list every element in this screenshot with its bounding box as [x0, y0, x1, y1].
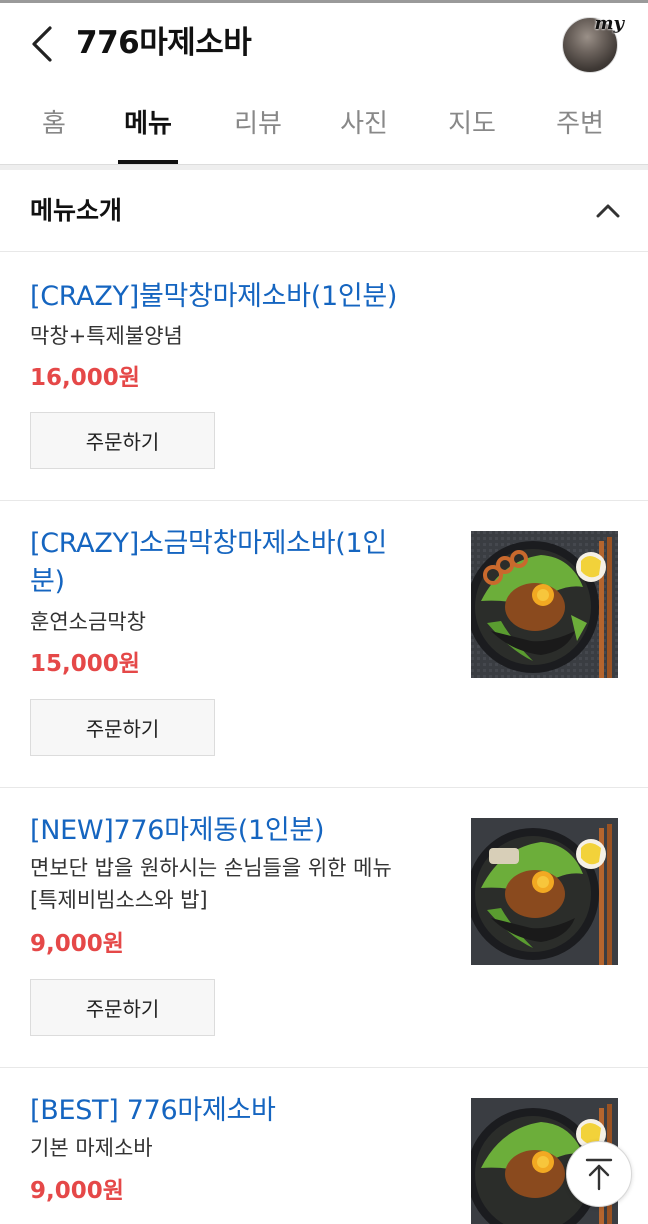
page-title: 776마제소바 — [76, 25, 252, 61]
tab-map[interactable]: 지도 — [432, 94, 512, 164]
section-title: 메뉴소개 — [30, 196, 123, 225]
order-button[interactable]: 주문하기 — [30, 979, 215, 1036]
my-profile-button[interactable]: my — [562, 13, 624, 75]
chevron-up-icon — [596, 204, 620, 218]
order-button[interactable]: 주문하기 — [30, 699, 215, 756]
menu-item-name[interactable]: [CRAZY]불막창마제소바(1인분) — [30, 278, 397, 316]
menu-item-name[interactable]: [NEW]776마제동(1인분) — [30, 812, 325, 850]
tab-bar: 홈 메뉴 리뷰 사진 지도 주변 — [0, 94, 648, 164]
menu-item-photo[interactable] — [471, 531, 618, 678]
menu-item: [CRAZY]불막창마제소바(1인분) 막창+특제불양념 16,000원 주문하… — [0, 252, 648, 501]
menu-item-description: 막창+특제불양념 — [30, 324, 183, 348]
chevron-left-icon — [32, 26, 52, 62]
menu-intro-header[interactable]: 메뉴소개 — [0, 170, 648, 252]
order-button[interactable]: 주문하기 — [30, 412, 215, 469]
menu-item-price: 16,000원 — [30, 365, 140, 391]
scroll-to-top-button[interactable] — [566, 1141, 632, 1207]
mazesoba-bowl-image — [471, 531, 618, 678]
arrow-up-to-top-icon — [585, 1158, 613, 1191]
menu-item-name[interactable]: [CRAZY]소금막창마제소바(1인 분) — [30, 525, 387, 601]
menu-item-name-line: [CRAZY]소금막창마제소바(1인 — [30, 528, 387, 559]
menu-item-description: 면보단 밥을 원하시는 손님들을 위한 메뉴 [특제비빔소스와 밥] — [30, 852, 392, 916]
menu-item-price: 15,000원 — [30, 651, 140, 677]
tab-photos[interactable]: 사진 — [324, 94, 404, 164]
back-button[interactable] — [22, 21, 62, 67]
mazedong-bowl-image — [471, 818, 618, 965]
menu-item: [CRAZY]소금막창마제소바(1인 분) 훈연소금막창 15,000원 주문하… — [0, 501, 648, 788]
my-badge: my — [594, 13, 624, 34]
menu-item-name-line: 분) — [30, 566, 65, 597]
menu-item: [BEST] 776마제소바 기본 마제소바 9,000원 — [0, 1068, 648, 1224]
menu-item-description-line: [특제비빔소스와 밥] — [30, 888, 208, 912]
tab-nearby[interactable]: 주변 — [540, 94, 620, 164]
menu-item-description: 훈연소금막창 — [30, 610, 146, 634]
menu-item-photo[interactable] — [471, 818, 618, 965]
menu-item-price: 9,000원 — [30, 931, 124, 957]
tab-home[interactable]: 홈 — [14, 94, 94, 164]
menu-item-price: 9,000원 — [30, 1178, 124, 1204]
menu-item-description: 기본 마제소바 — [30, 1136, 153, 1160]
menu-item-description-line: 면보단 밥을 원하시는 손님들을 위한 메뉴 — [30, 856, 392, 880]
collapse-toggle[interactable] — [594, 196, 622, 224]
menu-item-name[interactable]: [BEST] 776마제소바 — [30, 1092, 276, 1130]
tab-menu[interactable]: 메뉴 — [118, 94, 178, 164]
app-header: 776마제소바 my — [0, 3, 648, 83]
tab-reviews[interactable]: 리뷰 — [218, 94, 298, 164]
menu-item: [NEW]776마제동(1인분) 면보단 밥을 원하시는 손님들을 위한 메뉴 … — [0, 788, 648, 1068]
